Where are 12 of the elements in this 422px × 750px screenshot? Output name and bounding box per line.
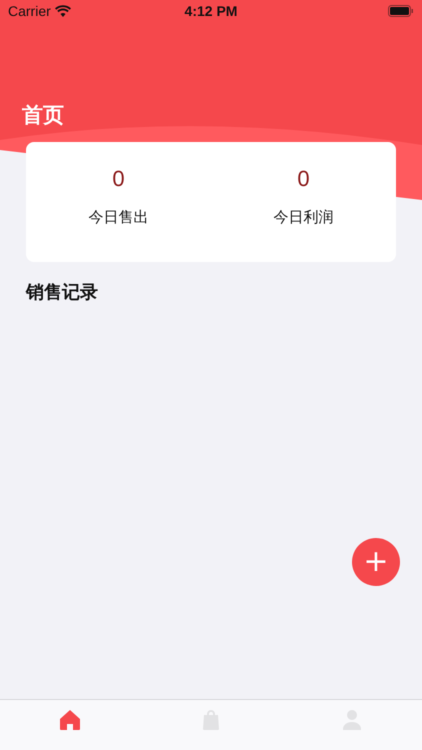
carrier-label: Carrier [8, 3, 51, 19]
battery-icon [388, 5, 414, 17]
page-title: 首页 [22, 102, 65, 129]
home-icon[interactable] [58, 708, 82, 732]
stat-value: 0 [297, 166, 310, 192]
status-time: 4:12 PM [184, 3, 238, 19]
wifi-icon [54, 5, 71, 17]
stat-label: 今日利润 [274, 208, 334, 227]
stat-value: 0 [112, 166, 125, 192]
stat-label: 今日售出 [88, 208, 148, 227]
section-title: 销售记录 [26, 281, 99, 304]
add-button[interactable]: + [352, 538, 400, 586]
